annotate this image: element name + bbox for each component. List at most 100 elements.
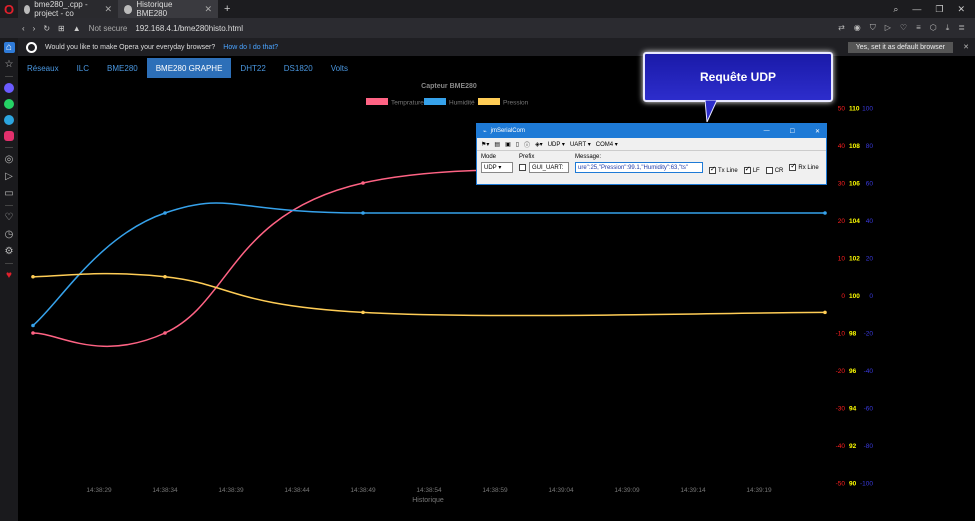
heart-icon[interactable]: ♡ xyxy=(900,23,907,33)
camera-icon[interactable]: ◉ xyxy=(854,23,861,33)
prefix-label: Prefix xyxy=(519,154,535,160)
prefix-input[interactable]: GUI_UART: xyxy=(529,162,569,173)
settings-icon[interactable]: ⚙ xyxy=(4,246,15,257)
tx-line-option[interactable]: Tx Line xyxy=(709,165,738,174)
star-icon[interactable]: ☆ xyxy=(4,59,15,70)
play-icon[interactable]: ▷ xyxy=(885,23,891,33)
y-axes: -50-40-30-20-100102030405090929496981001… xyxy=(836,106,874,488)
reload-icon[interactable]: ↻ xyxy=(43,24,50,33)
y-tick-label: 20 xyxy=(866,256,874,263)
wallet-icon[interactable]: ▭ xyxy=(4,188,15,199)
heart-icon[interactable]: ♡ xyxy=(4,212,15,223)
history-icon[interactable]: ◷ xyxy=(4,229,15,240)
open-folder-icon[interactable]: ▤ xyxy=(494,141,500,148)
tab-bme280-cpp[interactable]: bme280_.cpp - project - co ✕ xyxy=(18,0,118,18)
cr-checkbox[interactable] xyxy=(765,167,773,174)
tabs-grid-icon[interactable]: ⊞ xyxy=(58,24,65,33)
cr-label: CR xyxy=(774,167,784,174)
page-nav: Réseaux ILC BME280 BME280 GRAPHE DHT22 DS1820… xyxy=(18,58,357,78)
save-icon[interactable]: ▣ xyxy=(505,141,511,148)
player-icon[interactable]: ◎ xyxy=(4,154,15,165)
legend-label: Humidité xyxy=(449,100,475,107)
compare-icon[interactable]: ⇄ xyxy=(838,23,845,33)
uart-dropdown[interactable]: UART ▾ xyxy=(570,141,591,148)
x-tick-label: 14:38:49 xyxy=(350,487,376,494)
tx-line-checkbox[interactable] xyxy=(709,165,716,174)
callout-text: Requête UDP xyxy=(699,70,776,84)
address-bar-tools: ⇄ ◉ ⛉ ▷ ♡ ≡ ⬡ ⤓ ≣ xyxy=(838,23,975,33)
rx-line-checkbox[interactable] xyxy=(789,162,797,171)
telegram-icon[interactable] xyxy=(4,115,14,125)
search-icon[interactable]: ⌕ xyxy=(893,4,898,15)
mode-select[interactable]: UDP ▾ xyxy=(481,162,513,173)
restore-icon[interactable]: ❐ xyxy=(935,4,943,15)
nav-item[interactable]: Volts xyxy=(322,58,357,78)
opera-logo-icon xyxy=(26,41,37,53)
nav-item[interactable]: BME280 GRAPHE xyxy=(146,58,232,78)
data-point xyxy=(31,331,35,335)
y-tick-label: 100 xyxy=(849,293,860,300)
minimize-icon[interactable]: — xyxy=(912,4,921,15)
x-tick-label: 14:38:39 xyxy=(218,487,244,494)
shield-icon[interactable]: ⛉ xyxy=(870,23,876,33)
download-icon[interactable]: ⤓ xyxy=(946,23,950,33)
nav-item[interactable]: ILC xyxy=(68,58,98,78)
info-icon[interactable]: ⓘ xyxy=(524,140,530,149)
nav-item[interactable]: DHT22 xyxy=(231,58,274,78)
flag-icon[interactable]: ⚑▾ xyxy=(481,141,489,148)
serial-titlebar: ⌁ jmSerialCom — ☐ ✕ xyxy=(477,124,826,138)
udp-label: UDP xyxy=(547,141,561,148)
url-field[interactable]: 192.168.4.1/bme280histo.html xyxy=(135,24,243,33)
tab-close-icon[interactable]: ✕ xyxy=(204,4,212,15)
document-icon[interactable]: ▯ xyxy=(516,141,519,148)
messenger-icon[interactable] xyxy=(4,83,14,93)
y-tick-label: -40 xyxy=(864,368,874,375)
menu-icon[interactable]: ≡ xyxy=(916,23,921,33)
tab-close-icon[interactable]: ✕ xyxy=(104,4,112,15)
forward-icon[interactable]: › xyxy=(33,24,36,33)
location-pin-icon[interactable]: ♥ xyxy=(4,270,15,281)
whatsapp-icon[interactable] xyxy=(4,99,14,109)
infobar-close-icon[interactable]: ✕ xyxy=(963,43,969,51)
serial-close-icon[interactable]: ✕ xyxy=(815,128,820,135)
x-tick-label: 14:38:44 xyxy=(284,487,310,494)
opera-sidebar: ⌂ ☆ ◎ ▷ ▭ ♡ ◷ ⚙ ♥ xyxy=(0,38,18,521)
flow-icon[interactable]: ▷ xyxy=(4,171,15,182)
data-point xyxy=(31,323,35,328)
serial-app-icon: ⌁ xyxy=(483,128,487,135)
rx-line-option[interactable]: Rx Line xyxy=(789,161,819,174)
message-input[interactable]: ure":25,"Pression":99.1,"Humidity":63,"t… xyxy=(575,162,703,173)
nav-item[interactable]: DS1820 xyxy=(275,58,322,78)
lf-checkbox[interactable] xyxy=(743,165,751,174)
lf-option[interactable]: LF xyxy=(743,165,760,174)
x-axis-label: Historique xyxy=(412,497,444,504)
cube-icon[interactable]: ⬡ xyxy=(930,23,937,33)
tab-historique[interactable]: Historique BME280 ✕ xyxy=(118,0,218,18)
nav-item[interactable]: Réseaux xyxy=(18,58,68,78)
close-window-icon[interactable]: ✕ xyxy=(957,4,965,15)
data-point xyxy=(361,310,365,315)
y-tick-label: 90 xyxy=(849,481,857,488)
new-tab-icon[interactable]: + xyxy=(218,3,236,15)
infobar-link[interactable]: How do I do that? xyxy=(223,44,278,51)
serial-minimize-icon[interactable]: — xyxy=(764,128,770,135)
y-tick-label: -20 xyxy=(864,331,874,338)
set-default-button[interactable]: Yes, set it as default browser xyxy=(847,41,953,53)
plugin-icon[interactable]: ◈▾ xyxy=(535,141,543,148)
easy-setup-icon[interactable]: ≣ xyxy=(958,23,965,33)
prefix-checkbox[interactable] xyxy=(519,164,526,171)
home-icon[interactable]: ⌂ xyxy=(3,42,15,53)
cr-option[interactable]: CR xyxy=(765,167,784,174)
x-tick-label: 14:39:04 xyxy=(548,487,574,494)
y-tick-label: 108 xyxy=(849,143,860,150)
y-tick-label: 102 xyxy=(849,256,860,263)
nav-item[interactable]: BME280 xyxy=(98,58,147,78)
opera-logo-icon[interactable]: O xyxy=(0,0,18,18)
instagram-icon[interactable] xyxy=(4,131,14,141)
udp-dropdown[interactable]: UDP ▾ xyxy=(548,141,565,148)
x-tick-label: 14:39:14 xyxy=(680,487,706,494)
com-dropdown[interactable]: COM4 ▾ xyxy=(596,141,618,148)
screenshot-root: O bme280_.cpp - project - co ✕ Historiqu… xyxy=(0,0,975,521)
back-icon[interactable]: ‹ xyxy=(22,24,25,33)
serial-maximize-icon[interactable]: ☐ xyxy=(790,128,795,135)
